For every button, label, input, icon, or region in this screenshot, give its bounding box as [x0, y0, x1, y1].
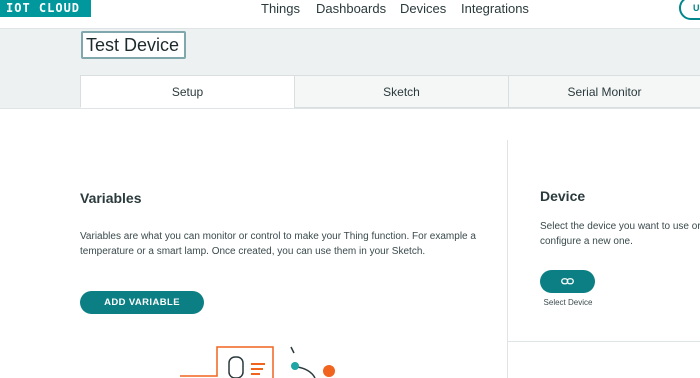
variables-description: Variables are what you can monitor or co…: [80, 229, 500, 259]
illustration-sensor: [228, 356, 244, 378]
nav-things[interactable]: Things: [261, 0, 300, 17]
link-icon: [561, 278, 574, 285]
top-navbar: IOT CLOUD Things Dashboards Devices Inte…: [0, 0, 700, 29]
select-device-label[interactable]: Select Device: [534, 298, 602, 307]
device-description-line1: Select the device you want to use or: [540, 221, 700, 232]
thing-name-input[interactable]: [81, 31, 186, 59]
variables-description-line1: Variables are what you can monitor or co…: [80, 231, 476, 242]
select-device-button[interactable]: [540, 270, 595, 293]
tab-setup[interactable]: Setup: [80, 75, 294, 108]
iot-cloud-logo[interactable]: IOT CLOUD: [0, 0, 91, 17]
nav-integrations[interactable]: Integrations: [461, 0, 529, 17]
add-variable-button[interactable]: ADD VARIABLE: [80, 291, 204, 314]
tab-serial-monitor[interactable]: Serial Monitor: [508, 75, 700, 108]
nav-dashboards[interactable]: Dashboards: [316, 0, 386, 17]
tab-sketch[interactable]: Sketch: [294, 75, 508, 108]
section-divider-vertical: [507, 140, 508, 378]
variables-illustration: [180, 346, 335, 378]
illustration-orange-dot: [323, 365, 335, 377]
illustration-teal-dot: [291, 362, 299, 370]
user-avatar-button[interactable]: U: [679, 0, 700, 20]
thing-tabs: Setup Sketch Serial Monitor: [80, 75, 700, 108]
illustration-tick: [290, 346, 295, 354]
device-title: Device: [540, 188, 586, 204]
illustration-curve: [296, 366, 316, 378]
section-divider-horizontal: [508, 341, 700, 342]
device-description: Select the device you want to use or con…: [540, 219, 700, 249]
variables-title: Variables: [80, 190, 142, 206]
device-description-line2: configure a new one.: [540, 236, 633, 247]
variables-description-line2: temperature or a smart lamp. Once create…: [80, 246, 426, 257]
nav-devices[interactable]: Devices: [400, 0, 446, 17]
